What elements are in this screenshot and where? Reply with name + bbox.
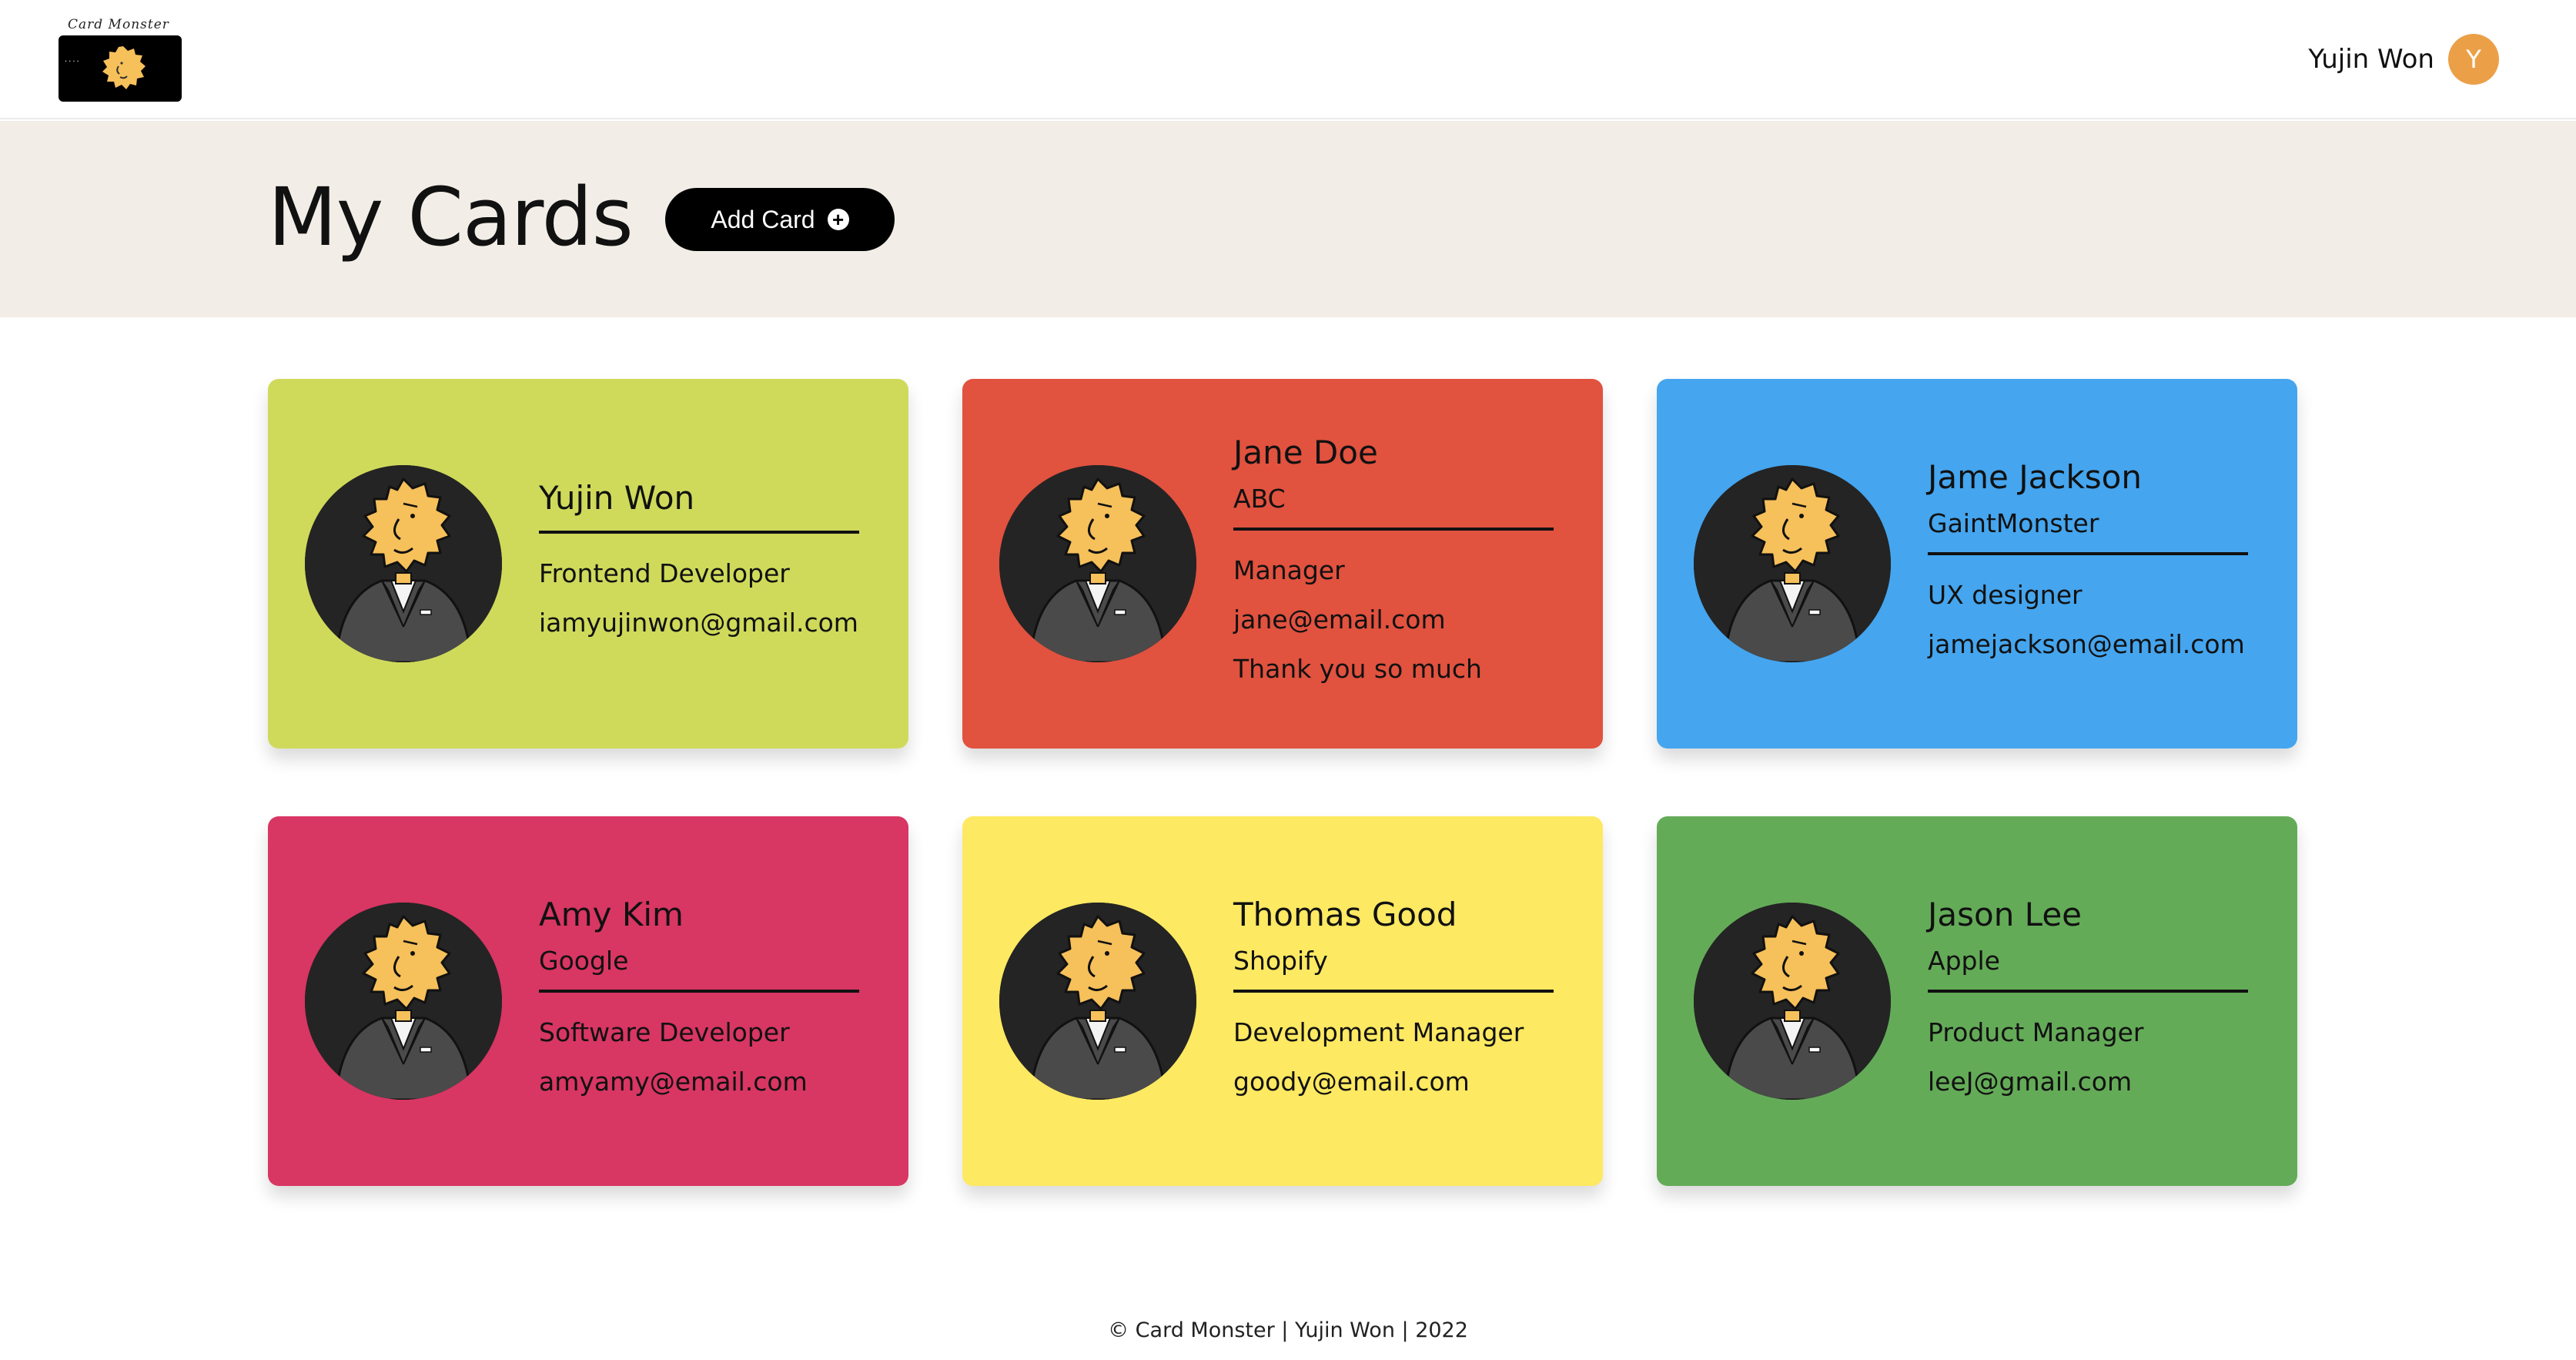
monster-face-icon <box>102 46 146 89</box>
footer: © Card Monster | Yujin Won | 2022 <box>1108 1318 1468 1342</box>
card-divider <box>1928 552 2248 556</box>
add-card-button[interactable]: Add Card + <box>665 188 895 251</box>
card-info: Yujin Won Frontend Developer iamyujinwon@g… <box>539 479 862 648</box>
card-info: Jame Jackson GaintMonster UX designer jamej… <box>1928 458 2251 669</box>
top-header: Card Monster .... Yujin Won Y <box>0 0 2576 119</box>
card-avatar <box>1694 903 1891 1100</box>
card-info: Jason Lee Apple Product Manager leeJ@gmail.… <box>1928 896 2251 1107</box>
business-card[interactable]: Yujin Won Frontend Developer iamyujinwon@g… <box>268 379 908 749</box>
card-info: Amy Kim Google Software Developer amyamy@em… <box>539 896 862 1107</box>
card-avatar <box>999 903 1196 1100</box>
user-menu[interactable]: Yujin Won Y <box>2308 34 2499 85</box>
card-company: ABC <box>1233 484 1286 514</box>
card-avatar <box>305 465 502 662</box>
business-card[interactable]: Jame Jackson GaintMonster UX designer jamej… <box>1657 379 2297 749</box>
user-avatar[interactable]: Y <box>2448 34 2499 85</box>
card-job-title: UX designer <box>1928 580 2083 611</box>
card-avatar <box>999 465 1196 662</box>
card-job-title: Product Manager <box>1928 1017 2144 1048</box>
business-card[interactable]: Jason Lee Apple Product Manager leeJ@gmail.… <box>1657 816 2297 1186</box>
card-job-title: Development Manager <box>1233 1017 1524 1048</box>
plus-circle-icon: + <box>827 209 849 230</box>
add-card-label: Add Card <box>711 205 815 233</box>
card-company: Shopify <box>1233 946 1328 976</box>
card-monster-logo[interactable]: Card Monster .... <box>57 15 183 102</box>
card-email: goody@email.com <box>1233 1067 1470 1097</box>
card-email: amyamy@email.com <box>539 1067 808 1097</box>
logo-text: Card Monster <box>68 17 169 32</box>
card-email: jamejackson@email.com <box>1928 629 2245 660</box>
card-avatar <box>1694 465 1891 662</box>
card-job-title: Software Developer <box>539 1017 790 1048</box>
card-divider <box>539 531 859 534</box>
card-info: Thomas Good Shopify Development Manager goo… <box>1233 896 1557 1107</box>
page-title-band: My Cards Add Card + <box>0 121 2576 317</box>
card-info: Jane Doe ABC Manager jane@email.com Thank yo… <box>1233 434 1557 694</box>
card-name: Amy Kim <box>539 896 684 933</box>
card-divider <box>1233 990 1554 993</box>
card-job-title: Frontend Developer <box>539 558 790 589</box>
card-name: Yujin Won <box>539 479 695 517</box>
card-email: leeJ@gmail.com <box>1928 1067 2133 1097</box>
card-job-title: Manager <box>1233 555 1345 586</box>
user-name: Yujin Won <box>2308 44 2434 75</box>
card-name: Jason Lee <box>1928 896 2083 933</box>
business-card[interactable]: Amy Kim Google Software Developer amyamy@em… <box>268 816 908 1186</box>
card-avatar <box>305 903 502 1100</box>
card-divider <box>1233 528 1554 531</box>
business-card[interactable]: Jane Doe ABC Manager jane@email.com Thank yo… <box>962 379 1603 749</box>
card-divider <box>539 990 859 993</box>
business-card[interactable]: Thomas Good Shopify Development Manager goo… <box>962 816 1603 1186</box>
card-email: jane@email.com <box>1233 605 1446 635</box>
logo-card-image: .... <box>59 35 182 102</box>
card-email: iamyujinwon@gmail.com <box>539 608 858 638</box>
card-divider <box>1928 990 2248 993</box>
card-name: Jame Jackson <box>1928 458 2142 496</box>
page-title: My Cards <box>268 170 634 264</box>
card-company: GaintMonster <box>1928 508 2099 539</box>
card-company: Google <box>539 946 629 976</box>
logo-dots-icon: .... <box>65 55 81 64</box>
card-company: Apple <box>1928 946 2000 976</box>
card-name: Thomas Good <box>1233 896 1457 933</box>
card-name: Jane Doe <box>1233 434 1378 471</box>
card-note: Thank you so much <box>1233 654 1482 685</box>
